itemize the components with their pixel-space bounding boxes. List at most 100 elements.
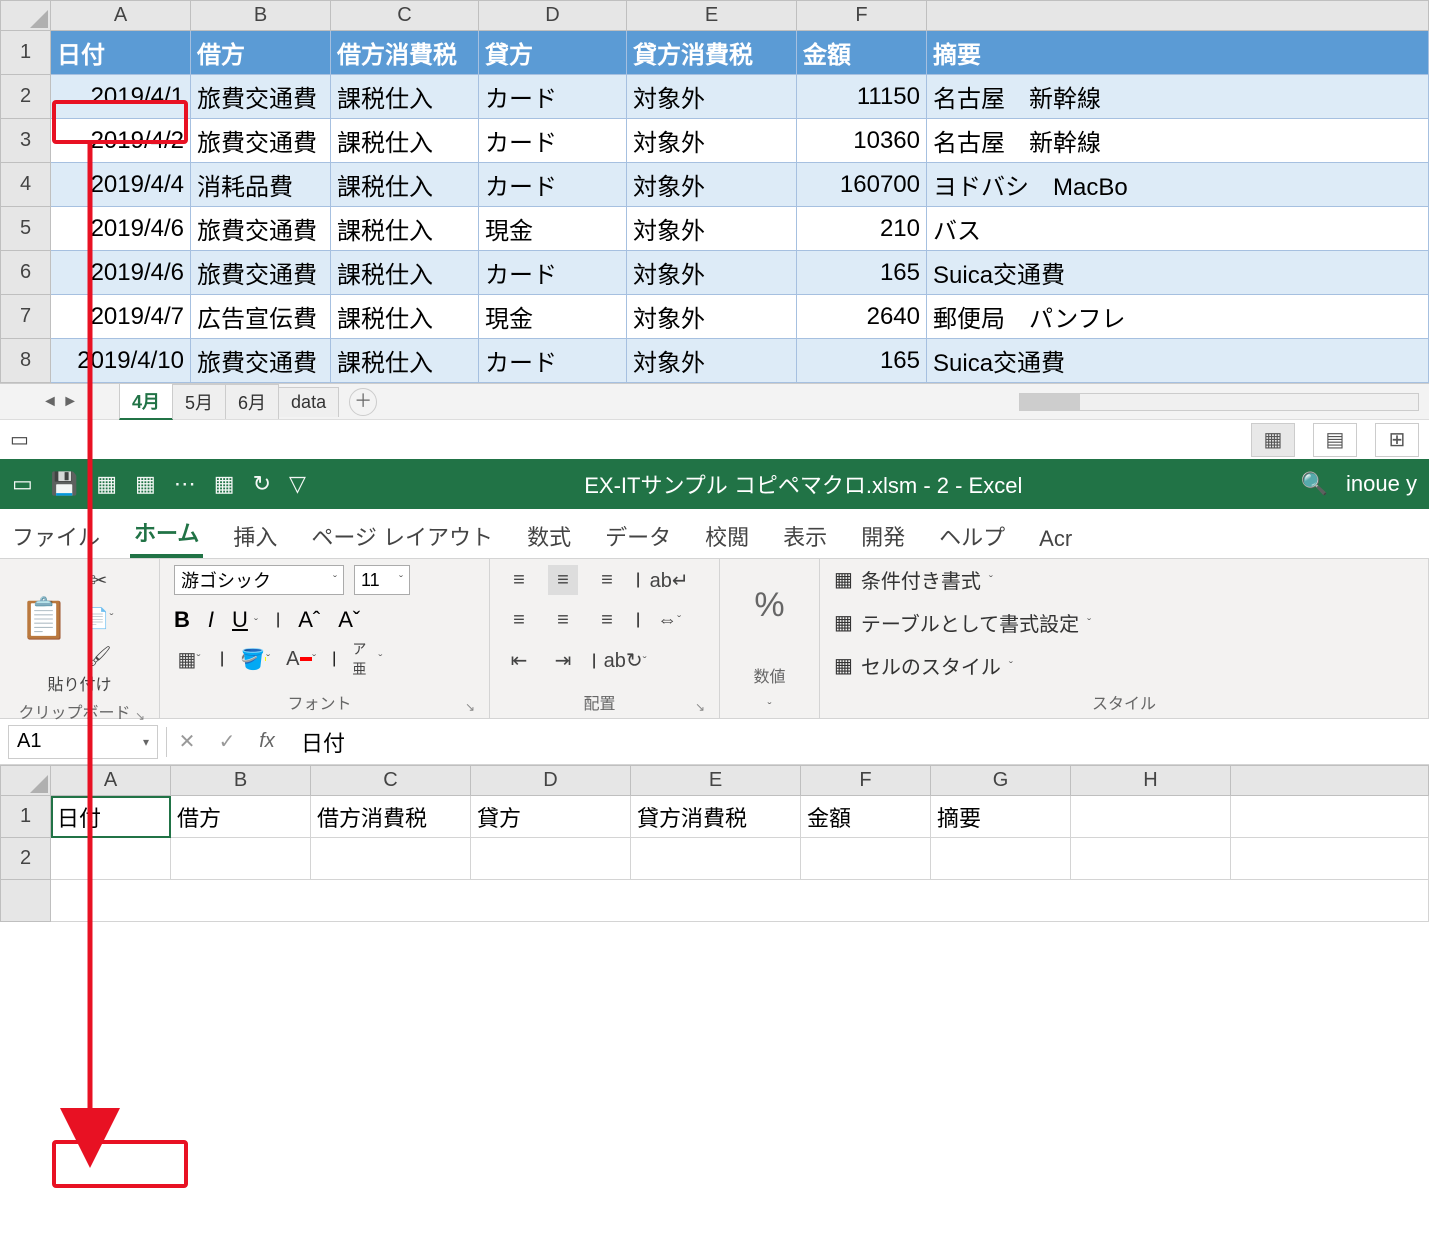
cell[interactable]: 2019/4/4 — [51, 163, 191, 207]
cell[interactable]: 対象外 — [627, 119, 797, 163]
normal-view-button[interactable]: ▦ — [1251, 423, 1295, 457]
tab-formulas[interactable]: 数式 — [523, 514, 575, 558]
qa-icon[interactable]: ▦ — [214, 471, 235, 497]
display-options-icon[interactable]: ▭ — [10, 427, 29, 452]
cell[interactable] — [1231, 796, 1429, 838]
cell[interactable]: 郵便局 パンフレ — [927, 295, 1429, 339]
row-header[interactable]: 2 — [1, 838, 51, 880]
paste-button[interactable]: 📋 — [14, 578, 74, 658]
autosave-icon[interactable]: ▭ — [12, 471, 33, 497]
col-header[interactable]: C — [311, 766, 471, 796]
row-header[interactable]: 1 — [1, 31, 51, 75]
save-icon[interactable]: 💾 — [51, 471, 78, 497]
italic-button[interactable]: I — [208, 607, 214, 633]
font-name-combo[interactable]: 游ゴシックˇ — [174, 565, 344, 595]
col-header[interactable] — [1231, 766, 1429, 796]
cell[interactable]: カード — [479, 119, 627, 163]
sheet-nav-arrows[interactable]: ◄ ► — [0, 393, 120, 411]
align-left-icon[interactable]: ≡ — [504, 605, 534, 635]
cell[interactable]: 課税仕入 — [331, 339, 479, 383]
spreadsheet-grid-top[interactable]: A B C D E F 1 日付 借方 借方消費税 貸方 貸方消費税 金額 摘要… — [0, 0, 1429, 383]
cell[interactable]: 課税仕入 — [331, 207, 479, 251]
cell[interactable]: 課税仕入 — [331, 119, 479, 163]
cell-styles-button[interactable]: ▦セルのスタイル ˇ — [834, 651, 1414, 680]
cell[interactable]: 2019/4/10 — [51, 339, 191, 383]
underline-button[interactable]: U ˇ — [232, 607, 258, 633]
fx-icon[interactable]: fx — [247, 730, 287, 753]
cell[interactable] — [631, 838, 801, 880]
cell[interactable]: カード — [479, 251, 627, 295]
format-painter-icon[interactable]: 🖌 — [84, 641, 114, 671]
cell[interactable] — [311, 838, 471, 880]
cell[interactable]: 消耗品費 — [191, 163, 331, 207]
cell[interactable]: Suica交通費 — [927, 251, 1429, 295]
cell[interactable]: 摘要 — [927, 31, 1429, 75]
cell[interactable]: カード — [479, 75, 627, 119]
cell[interactable] — [931, 838, 1071, 880]
select-all-corner[interactable] — [1, 1, 51, 31]
col-header[interactable]: G — [931, 766, 1071, 796]
tab-data[interactable]: データ — [601, 514, 675, 558]
cell[interactable]: 165 — [797, 339, 927, 383]
col-header[interactable]: C — [331, 1, 479, 31]
number-dropdown-icon[interactable]: ˇ — [768, 700, 772, 714]
select-all-corner[interactable] — [1, 766, 51, 796]
tab-developer[interactable]: 開発 — [857, 514, 909, 558]
cell[interactable]: 貸方 — [471, 796, 631, 838]
row-header[interactable]: 5 — [1, 207, 51, 251]
cell[interactable]: 貸方 — [479, 31, 627, 75]
cell[interactable]: 貸方消費税 — [631, 796, 801, 838]
cell[interactable]: カード — [479, 339, 627, 383]
cell[interactable]: 165 — [797, 251, 927, 295]
cell[interactable]: 旅費交通費 — [191, 75, 331, 119]
qa-icon[interactable]: ⋯ — [174, 471, 196, 497]
cell[interactable]: Suica交通費 — [927, 339, 1429, 383]
row-header[interactable]: 4 — [1, 163, 51, 207]
cell[interactable]: 2019/4/6 — [51, 251, 191, 295]
cell[interactable]: 借方 — [191, 31, 331, 75]
user-name[interactable]: inoue y — [1346, 471, 1417, 497]
align-top-icon[interactable]: ≡ — [504, 565, 534, 595]
font-color-button[interactable]: A ˇ — [286, 644, 316, 674]
col-header[interactable] — [927, 1, 1429, 31]
dialog-launcher-icon[interactable]: ↘ — [465, 700, 475, 714]
cell[interactable]: 対象外 — [627, 207, 797, 251]
cell[interactable]: 名古屋 新幹線 — [927, 75, 1429, 119]
col-header[interactable]: B — [171, 766, 311, 796]
col-header[interactable]: A — [51, 1, 191, 31]
row-header[interactable] — [1, 880, 51, 922]
row-header[interactable]: 7 — [1, 295, 51, 339]
row-header[interactable]: 2 — [1, 75, 51, 119]
horizontal-scrollbar[interactable] — [1019, 393, 1419, 411]
tab-page-layout[interactable]: ページ レイアウト — [307, 514, 497, 558]
cell[interactable]: 貸方消費税 — [627, 31, 797, 75]
cell[interactable]: 2019/4/2 — [51, 119, 191, 163]
col-header[interactable]: F — [797, 1, 927, 31]
cell-a2[interactable] — [51, 838, 171, 880]
align-middle-icon[interactable]: ≡ — [548, 565, 578, 595]
qa-icon[interactable]: ▦ — [135, 471, 156, 497]
col-header[interactable]: D — [471, 766, 631, 796]
col-header[interactable]: H — [1071, 766, 1231, 796]
search-icon[interactable]: 🔍 — [1301, 471, 1328, 497]
cell[interactable]: 10360 — [797, 119, 927, 163]
cell[interactable]: 現金 — [479, 207, 627, 251]
decrease-font-button[interactable]: Aˇ — [338, 607, 360, 633]
font-size-combo[interactable]: 11ˇ — [354, 565, 410, 595]
qa-icon[interactable]: ▦ — [96, 471, 117, 497]
cell[interactable]: 課税仕入 — [331, 295, 479, 339]
row-header[interactable]: 8 — [1, 339, 51, 383]
increase-indent-icon[interactable]: ⇥ — [548, 646, 578, 676]
cell[interactable]: 旅費交通費 — [191, 119, 331, 163]
tab-acrobat[interactable]: Acr — [1035, 520, 1076, 558]
refresh-icon[interactable]: ↻ — [253, 471, 271, 497]
col-header[interactable]: A — [51, 766, 171, 796]
cell[interactable]: 借方消費税 — [331, 31, 479, 75]
cell[interactable]: 課税仕入 — [331, 163, 479, 207]
cell[interactable]: 対象外 — [627, 75, 797, 119]
cell[interactable]: 金額 — [801, 796, 931, 838]
row-header[interactable]: 1 — [1, 796, 51, 838]
tab-view[interactable]: 表示 — [779, 514, 831, 558]
cell[interactable]: 対象外 — [627, 163, 797, 207]
cell[interactable]: 旅費交通費 — [191, 251, 331, 295]
